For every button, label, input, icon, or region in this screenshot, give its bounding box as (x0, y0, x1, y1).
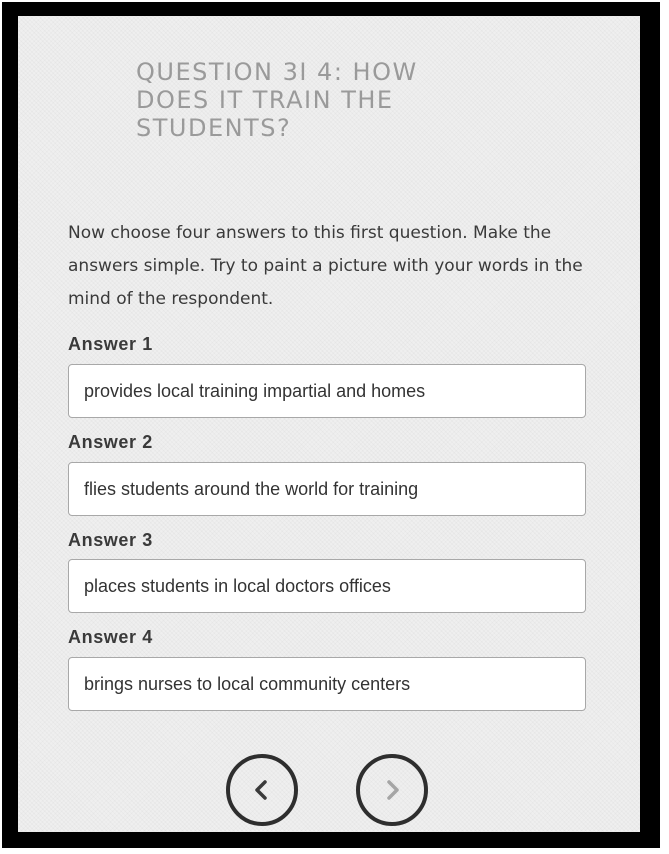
chevron-left-icon (255, 780, 267, 800)
chevron-right-icon (387, 780, 399, 800)
answer-3-label: Answer 3 (68, 530, 153, 550)
answer-1-field[interactable] (68, 364, 586, 418)
question-title: QUESTION 3I 4: HOW DOES IT TRAIN THE STU… (136, 58, 418, 142)
question-panel: QUESTION 3I 4: HOW DOES IT TRAIN THE STU… (18, 16, 640, 832)
instructions-text: Now choose four answers to this first qu… (68, 223, 583, 309)
answer-3-field[interactable] (68, 559, 586, 613)
screenshot-frame: QUESTION 3I 4: HOW DOES IT TRAIN THE STU… (2, 2, 660, 848)
answer-4-label: Answer 4 (68, 627, 153, 647)
previous-button[interactable] (226, 754, 298, 826)
next-button[interactable] (356, 754, 428, 826)
answer-4-field[interactable] (68, 657, 586, 711)
answer-1-label: Answer 1 (68, 334, 153, 354)
answer-2-field[interactable] (68, 462, 586, 516)
answer-2-label: Answer 2 (68, 432, 153, 452)
